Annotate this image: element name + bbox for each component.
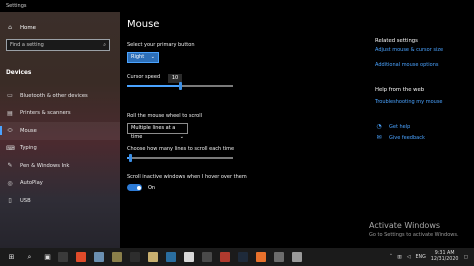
chevron-down-icon: ⌄ [179, 134, 184, 140]
primary-button-dropdown[interactable]: Right ⌄ [127, 52, 159, 63]
taskbar-app-icon[interactable] [58, 252, 68, 262]
volume-icon[interactable]: ◁ [407, 255, 411, 260]
taskbar-app-icon[interactable] [238, 252, 248, 262]
cursor-speed-thumb[interactable] [178, 81, 182, 90]
start-button[interactable]: ⊞ [5, 251, 18, 264]
sidebar-item-label: Mouse [20, 127, 37, 134]
home-link[interactable]: ⌂ Home [6, 24, 36, 31]
sidebar-item-label: Typing [20, 145, 37, 152]
keyboard-icon: ⌨ [6, 144, 15, 152]
wheel-value: Multiple lines at a time [131, 125, 176, 140]
sidebar-item-bluetooth[interactable]: ▭ Bluetooth & other devices [0, 87, 120, 105]
page-title: Mouse [127, 19, 160, 30]
search-icon: ⌕ [103, 42, 106, 48]
sidebar-item-label: Bluetooth & other devices [20, 92, 88, 99]
watermark-subtitle: Go to Settings to activate Windows. [369, 232, 459, 238]
clock-date: 12/31/2020 [430, 257, 459, 262]
sidebar-item-mouse[interactable]: ⬭ Mouse [0, 122, 120, 140]
activation-watermark: Activate Windows Go to Settings to activ… [369, 221, 459, 238]
language-indicator[interactable]: ENG [415, 255, 425, 260]
notification-icon[interactable]: ▢ [463, 255, 468, 260]
sidebar-item-autoplay[interactable]: ◎ AutoPlay [0, 175, 120, 193]
help-icon: ◔ [376, 123, 382, 130]
taskbar-app-icon[interactable] [166, 252, 176, 262]
pen-icon: ✎ [7, 162, 13, 170]
related-link-cursor-size[interactable]: Adjust mouse & cursor size [375, 47, 443, 53]
related-heading: Related settings [375, 38, 418, 44]
sidebar: ⌂ Home Find a setting ⌕ Devices ▭ Blueto… [0, 12, 120, 248]
lines-track [127, 157, 233, 159]
taskbar: ⊞ ⌕ ▣ ˄ ▥ ◁ ENG 9:31 AM 12/31/2020 ▢ [0, 248, 474, 266]
search-input[interactable]: Find a setting ⌕ [6, 39, 110, 51]
inactive-scroll-toggle[interactable] [127, 184, 142, 191]
title-bar: Settings [0, 0, 474, 12]
taskbar-app-icon[interactable] [202, 252, 212, 262]
sidebar-item-typing[interactable]: ⌨ Typing [0, 140, 120, 158]
lines-label: Choose how many lines to scroll each tim… [127, 146, 235, 152]
primary-button-value: Right [131, 54, 145, 60]
autoplay-icon: ◎ [7, 179, 13, 187]
taskbar-app-icon[interactable] [256, 252, 266, 262]
search-placeholder: Find a setting [10, 42, 44, 48]
chevron-down-icon: ⌄ [150, 54, 155, 60]
toggle-knob [136, 185, 141, 190]
sidebar-item-label: USB [20, 197, 31, 204]
give-feedback-link[interactable]: ✉ Give feedback [375, 134, 425, 141]
bluetooth-devices-icon: ▭ [7, 92, 13, 100]
taskbar-app-icon[interactable] [274, 252, 284, 262]
window-title: Settings [6, 3, 27, 9]
give-feedback-label: Give feedback [389, 134, 425, 141]
toggle-state: On [148, 185, 156, 191]
taskbar-app-icon[interactable] [148, 252, 158, 262]
taskbar-app-icon[interactable] [94, 252, 104, 262]
sidebar-item-label: Pen & Windows Ink [20, 162, 70, 169]
wheel-label: Roll the mouse wheel to scroll [127, 113, 202, 119]
help-heading: Help from the web [375, 87, 425, 93]
section-label: Devices [6, 70, 32, 76]
task-view-icon[interactable]: ▣ [41, 251, 54, 264]
related-link-mouse-options[interactable]: Additional mouse options [375, 62, 438, 68]
sidebar-item-label: AutoPlay [20, 180, 43, 187]
usb-icon: ▯ [8, 197, 12, 205]
taskbar-app-icon[interactable] [130, 252, 140, 262]
sidebar-item-printers[interactable]: ▤ Printers & scanners [0, 105, 120, 123]
feedback-icon: ✉ [376, 134, 382, 141]
taskbar-settings-icon[interactable] [292, 252, 302, 262]
main-panel: Mouse Select your primary button Right ⌄… [120, 12, 474, 248]
home-icon: ⌂ [8, 24, 12, 31]
settings-window: Settings ⌂ Home Find a setting ⌕ Devices… [0, 0, 474, 248]
mouse-icon: ⬭ [7, 126, 13, 134]
sidebar-item-label: Printers & scanners [20, 110, 71, 117]
primary-button-label: Select your primary button [127, 42, 195, 48]
taskbar-app-icon[interactable] [76, 252, 86, 262]
cursor-speed-fill [127, 85, 180, 87]
sidebar-nav: ▭ Bluetooth & other devices ▤ Printers &… [0, 87, 120, 210]
cursor-speed-label: Cursor speed [127, 74, 161, 80]
watermark-title: Activate Windows [369, 221, 441, 230]
lines-thumb[interactable] [128, 153, 132, 162]
chevron-up-icon[interactable]: ˄ [390, 255, 392, 260]
taskbar-app-icon[interactable] [184, 252, 194, 262]
system-tray: ˄ ▥ ◁ ENG 9:31 AM 12/31/2020 ▢ [390, 248, 468, 266]
help-link-troubleshoot[interactable]: Troubleshooting my mouse [375, 99, 443, 105]
home-label: Home [20, 24, 36, 31]
sidebar-item-usb[interactable]: ▯ USB [0, 192, 120, 210]
network-icon[interactable]: ▥ [397, 255, 402, 260]
taskbar-app-icon[interactable] [220, 252, 230, 262]
get-help-link[interactable]: ◔ Get help [375, 123, 410, 130]
inactive-label: Scroll inactive windows when I hover ove… [127, 174, 247, 180]
search-icon[interactable]: ⌕ [23, 251, 36, 264]
printer-icon: ▤ [7, 109, 13, 117]
get-help-label: Get help [389, 123, 411, 130]
sidebar-item-pen[interactable]: ✎ Pen & Windows Ink [0, 157, 120, 175]
taskbar-app-icon[interactable] [112, 252, 122, 262]
clock[interactable]: 9:31 AM 12/31/2020 [431, 251, 459, 262]
wheel-dropdown[interactable]: Multiple lines at a time ⌄ [127, 123, 188, 140]
